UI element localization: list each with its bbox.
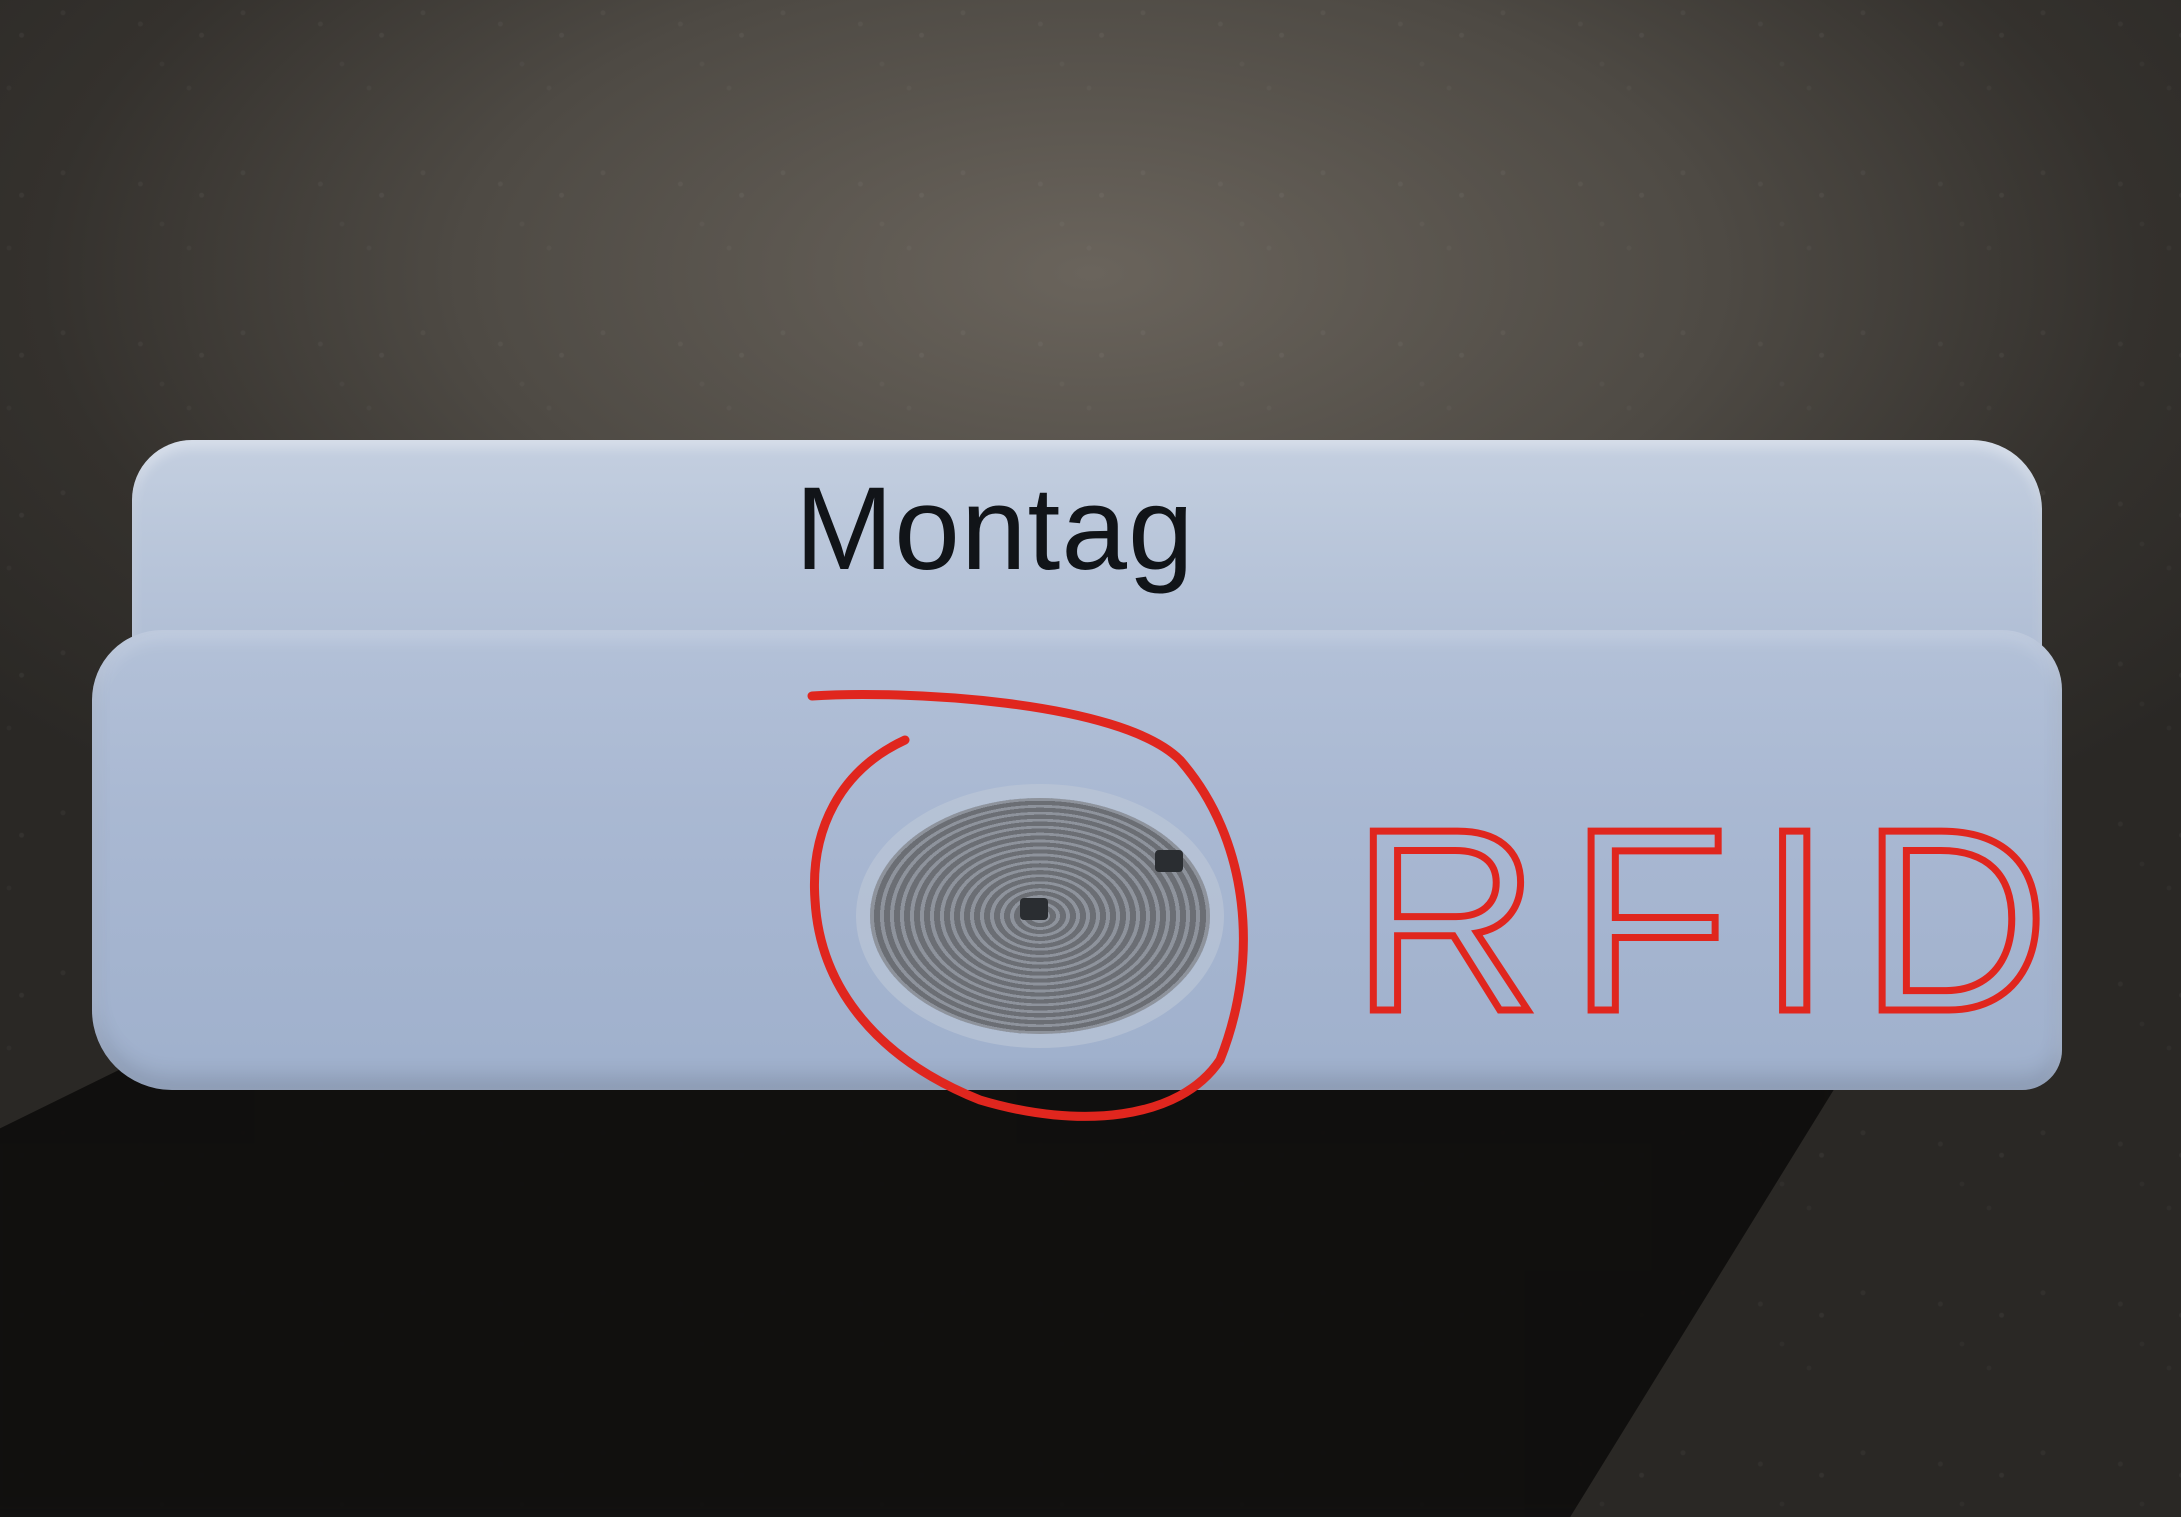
- rfid-chip: [1020, 898, 1048, 920]
- photo-scene: Montag RFID: [0, 0, 2181, 1517]
- rfid-tag: [870, 798, 1210, 1034]
- rfid-contact-pad: [1155, 850, 1183, 872]
- device-label: Montag: [795, 463, 1195, 595]
